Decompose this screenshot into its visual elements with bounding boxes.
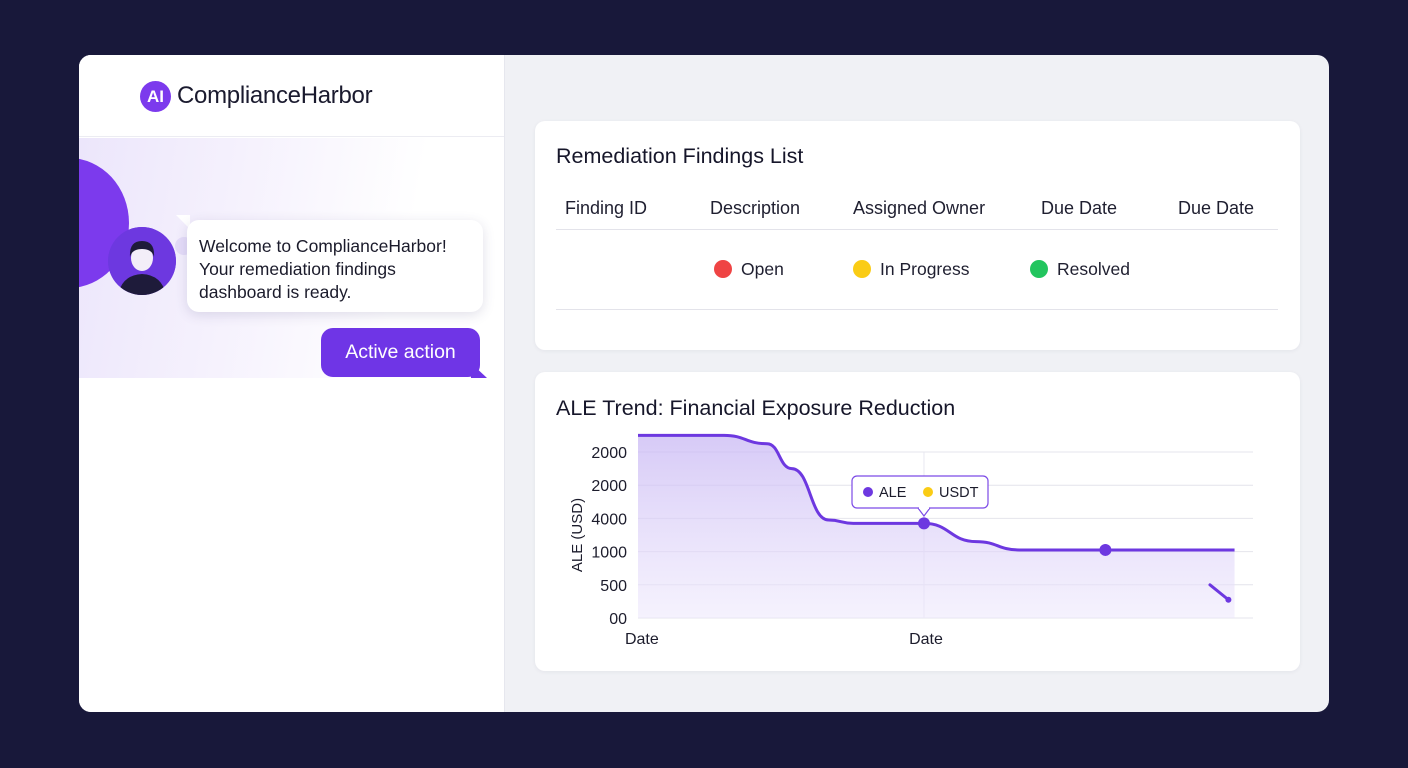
ale-trend-chart: 2000 2000 4000 1000 500 00 ALE (USD) Date Date AL… [569, 433, 1253, 648]
legend-label: ALE [879, 485, 907, 501]
y-tick-label: 2000 [591, 478, 627, 495]
legend-dot [863, 487, 873, 497]
column-due-date[interactable]: Due Date [1041, 198, 1117, 219]
x-tick-label: Date [909, 631, 943, 648]
ale-chart-card: ALE Trend: Financial Exposure Reduction … [535, 372, 1300, 671]
header-divider [556, 229, 1278, 230]
y-tick-label: 1000 [591, 545, 627, 562]
app-window: AI ComplianceHarbor Welcome to Complianc… [79, 55, 1329, 712]
logo-icon: AI [140, 81, 171, 112]
column-description[interactable]: Description [710, 198, 800, 219]
column-assigned-owner[interactable]: Assigned Owner [853, 198, 985, 219]
status-open-label: Open [741, 259, 784, 279]
y-tick-label: 2000 [591, 445, 627, 462]
resolved-dot-icon [1030, 260, 1048, 278]
brand-header: AI ComplianceHarbor [79, 55, 504, 137]
x-tick-label: Date [625, 631, 659, 648]
status-resolved: Resolved [1030, 259, 1130, 280]
status-in-progress-label: In Progress [880, 259, 970, 279]
findings-title: Remediation Findings List [556, 144, 804, 168]
segment-end-point [1225, 596, 1232, 603]
data-point [917, 517, 930, 530]
y-tick-label: 500 [600, 578, 627, 595]
status-in-progress: In Progress [853, 259, 969, 280]
app-name: ComplianceHarbor [177, 82, 373, 109]
user-avatar-icon [108, 227, 176, 295]
status-open: Open [714, 259, 784, 280]
legend-pointer [917, 507, 931, 517]
legend-dot [923, 487, 933, 497]
ale-area-fill [638, 435, 1235, 618]
column-due-date-2[interactable]: Due Date [1178, 198, 1254, 219]
welcome-message: Welcome to ComplianceHarbor! Your remedi… [187, 220, 483, 312]
active-action-button[interactable]: Active action [321, 328, 480, 377]
open-dot-icon [714, 260, 732, 278]
findings-card: Remediation Findings List Finding ID Des… [535, 121, 1300, 350]
row-divider [556, 309, 1278, 310]
legend-label: USDT [939, 485, 979, 501]
y-axis-label: ALE (USD) [569, 498, 586, 572]
y-tick-label: 00 [609, 611, 627, 628]
y-tick-label: 4000 [591, 511, 627, 528]
data-point [1099, 543, 1112, 556]
column-finding-id[interactable]: Finding ID [565, 198, 647, 219]
status-resolved-label: Resolved [1057, 259, 1130, 279]
in-progress-dot-icon [853, 260, 871, 278]
chat-panel: AI ComplianceHarbor Welcome to Complianc… [79, 55, 505, 712]
